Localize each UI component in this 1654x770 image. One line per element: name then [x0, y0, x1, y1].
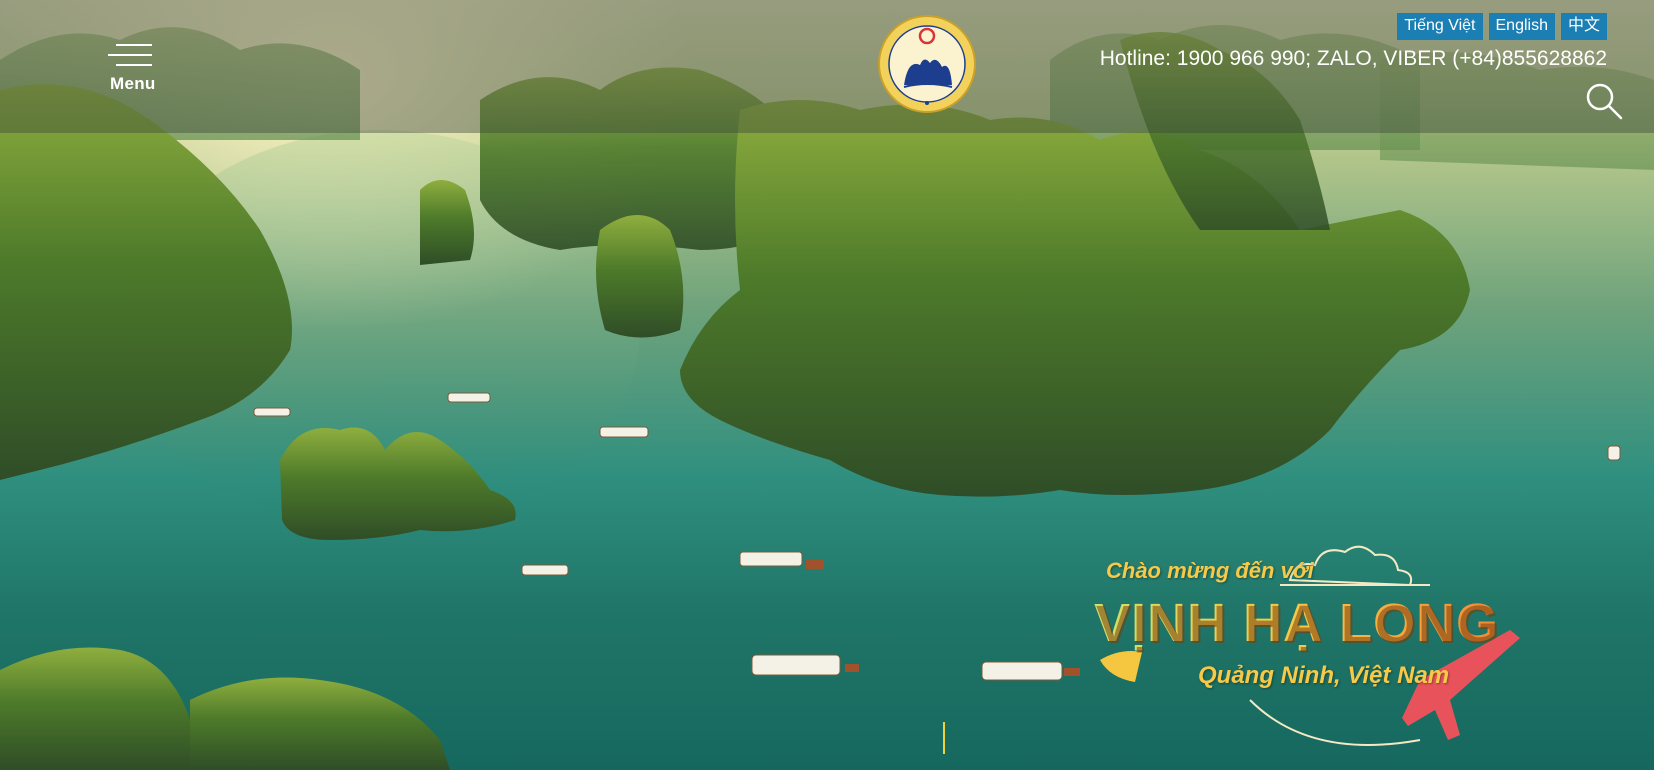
language-switcher: Tiếng Việt English 中文 — [1397, 13, 1607, 40]
welcome-location: Quảng Ninh, Việt Nam — [1198, 662, 1450, 689]
lang-english-button[interactable]: English — [1488, 13, 1555, 40]
slider-indicator — [943, 722, 945, 754]
lang-chinese-button[interactable]: 中文 — [1560, 13, 1607, 40]
welcome-artwork: Chào mừng đến với VỊNH HẠ LONG Quảng Nin… — [1090, 530, 1550, 770]
lang-vietnamese-button[interactable]: Tiếng Việt — [1397, 13, 1483, 40]
menu-label: Menu — [110, 74, 156, 93]
welcome-greeting: Chào mừng đến với — [1106, 558, 1314, 583]
logo-emblem-icon — [878, 15, 976, 113]
search-icon — [1586, 83, 1623, 120]
welcome-title: VỊNH HẠ LONG — [1094, 593, 1500, 653]
site-logo[interactable] — [878, 15, 976, 113]
search-button[interactable] — [1584, 81, 1624, 121]
menu-button[interactable]: Menu — [108, 42, 158, 96]
hotline-text[interactable]: Hotline: 1900 966 990; ZALO, VIBER (+84)… — [1100, 47, 1607, 71]
hamburger-icon-line — [108, 54, 152, 56]
hamburger-icon-line — [116, 64, 152, 66]
hamburger-icon — [116, 44, 152, 46]
site-header: Menu Tiếng Việt English 中文 Hotline: 1900… — [0, 0, 1654, 133]
